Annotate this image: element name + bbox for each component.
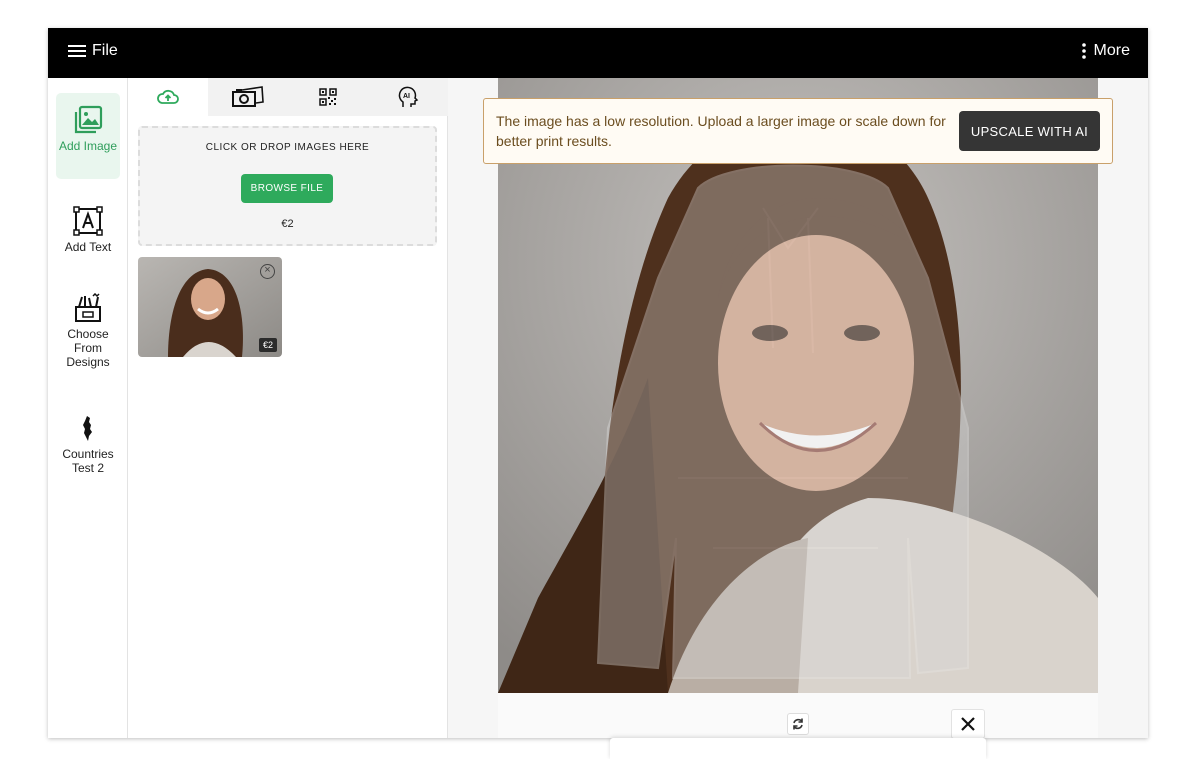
ai-head-icon: AI bbox=[398, 86, 419, 107]
sidebar-item-label: Add Image bbox=[58, 139, 118, 153]
sidebar-item-countries[interactable]: Countries Test 2 bbox=[56, 413, 120, 483]
more-menu-button[interactable]: More bbox=[1081, 42, 1130, 60]
sidebar-item-add-text[interactable]: Add Text bbox=[56, 206, 120, 266]
design-basket-icon bbox=[75, 293, 101, 322]
tool-sidebar: Add Image Add Text Choose From Designs C… bbox=[48, 78, 128, 738]
warning-message: The image has a low resolution. Upload a… bbox=[496, 113, 946, 149]
panel-tabs: AI bbox=[128, 78, 448, 116]
country-map-icon bbox=[83, 416, 92, 441]
sidebar-item-choose-designs[interactable]: Choose From Designs bbox=[56, 293, 120, 379]
tab-qr[interactable] bbox=[288, 78, 368, 116]
rotate-icon bbox=[793, 718, 803, 730]
product-preview[interactable] bbox=[498, 78, 1098, 693]
hoodie-with-photo bbox=[498, 78, 1098, 693]
svg-text:AI: AI bbox=[403, 93, 410, 100]
close-button[interactable] bbox=[951, 709, 985, 738]
tab-upload[interactable] bbox=[128, 78, 208, 116]
uploaded-image-thumbnail[interactable]: × €2 bbox=[138, 257, 282, 357]
kebab-icon bbox=[1081, 43, 1086, 59]
bottom-tray bbox=[610, 738, 986, 759]
top-bar: File More bbox=[48, 28, 1148, 78]
image-gallery-icon bbox=[74, 105, 103, 134]
upload-panel: AI CLICK OR DROP IMAGES HERE BROWSE FILE… bbox=[128, 78, 448, 738]
editor-app: File More Add Image Add Text Choose From… bbox=[48, 28, 1148, 738]
low-resolution-warning: The image has a low resolution. Upload a… bbox=[483, 98, 1113, 164]
rotate-button[interactable] bbox=[787, 713, 809, 735]
text-box-icon bbox=[73, 206, 103, 236]
remove-circle-icon[interactable]: × bbox=[260, 264, 275, 279]
camera-photos-icon bbox=[232, 86, 264, 107]
image-dropzone[interactable]: CLICK OR DROP IMAGES HERE BROWSE FILE €2 bbox=[138, 126, 437, 246]
sidebar-item-label: Countries Test 2 bbox=[62, 447, 114, 475]
hamburger-icon bbox=[68, 45, 86, 57]
close-icon bbox=[961, 717, 975, 731]
more-menu-label: More bbox=[1093, 42, 1130, 59]
tab-ai[interactable]: AI bbox=[368, 78, 448, 116]
design-canvas bbox=[448, 78, 1148, 738]
file-menu-label: File bbox=[92, 42, 118, 59]
thumbnail-price: €2 bbox=[258, 338, 277, 352]
dropzone-title: CLICK OR DROP IMAGES HERE bbox=[205, 142, 370, 153]
sidebar-item-label: Choose From Designs bbox=[66, 327, 110, 369]
file-menu-button[interactable]: File bbox=[68, 42, 118, 60]
tab-photos[interactable] bbox=[208, 78, 288, 116]
cloud-upload-icon bbox=[157, 89, 179, 104]
qr-code-icon bbox=[319, 88, 337, 106]
sidebar-item-add-image[interactable]: Add Image bbox=[56, 93, 120, 179]
upload-price: €2 bbox=[281, 218, 294, 230]
upscale-with-ai-button[interactable]: UPSCALE WITH AI bbox=[959, 111, 1100, 151]
sidebar-item-label: Add Text bbox=[64, 240, 112, 254]
browse-file-button[interactable]: BROWSE FILE bbox=[241, 174, 333, 203]
